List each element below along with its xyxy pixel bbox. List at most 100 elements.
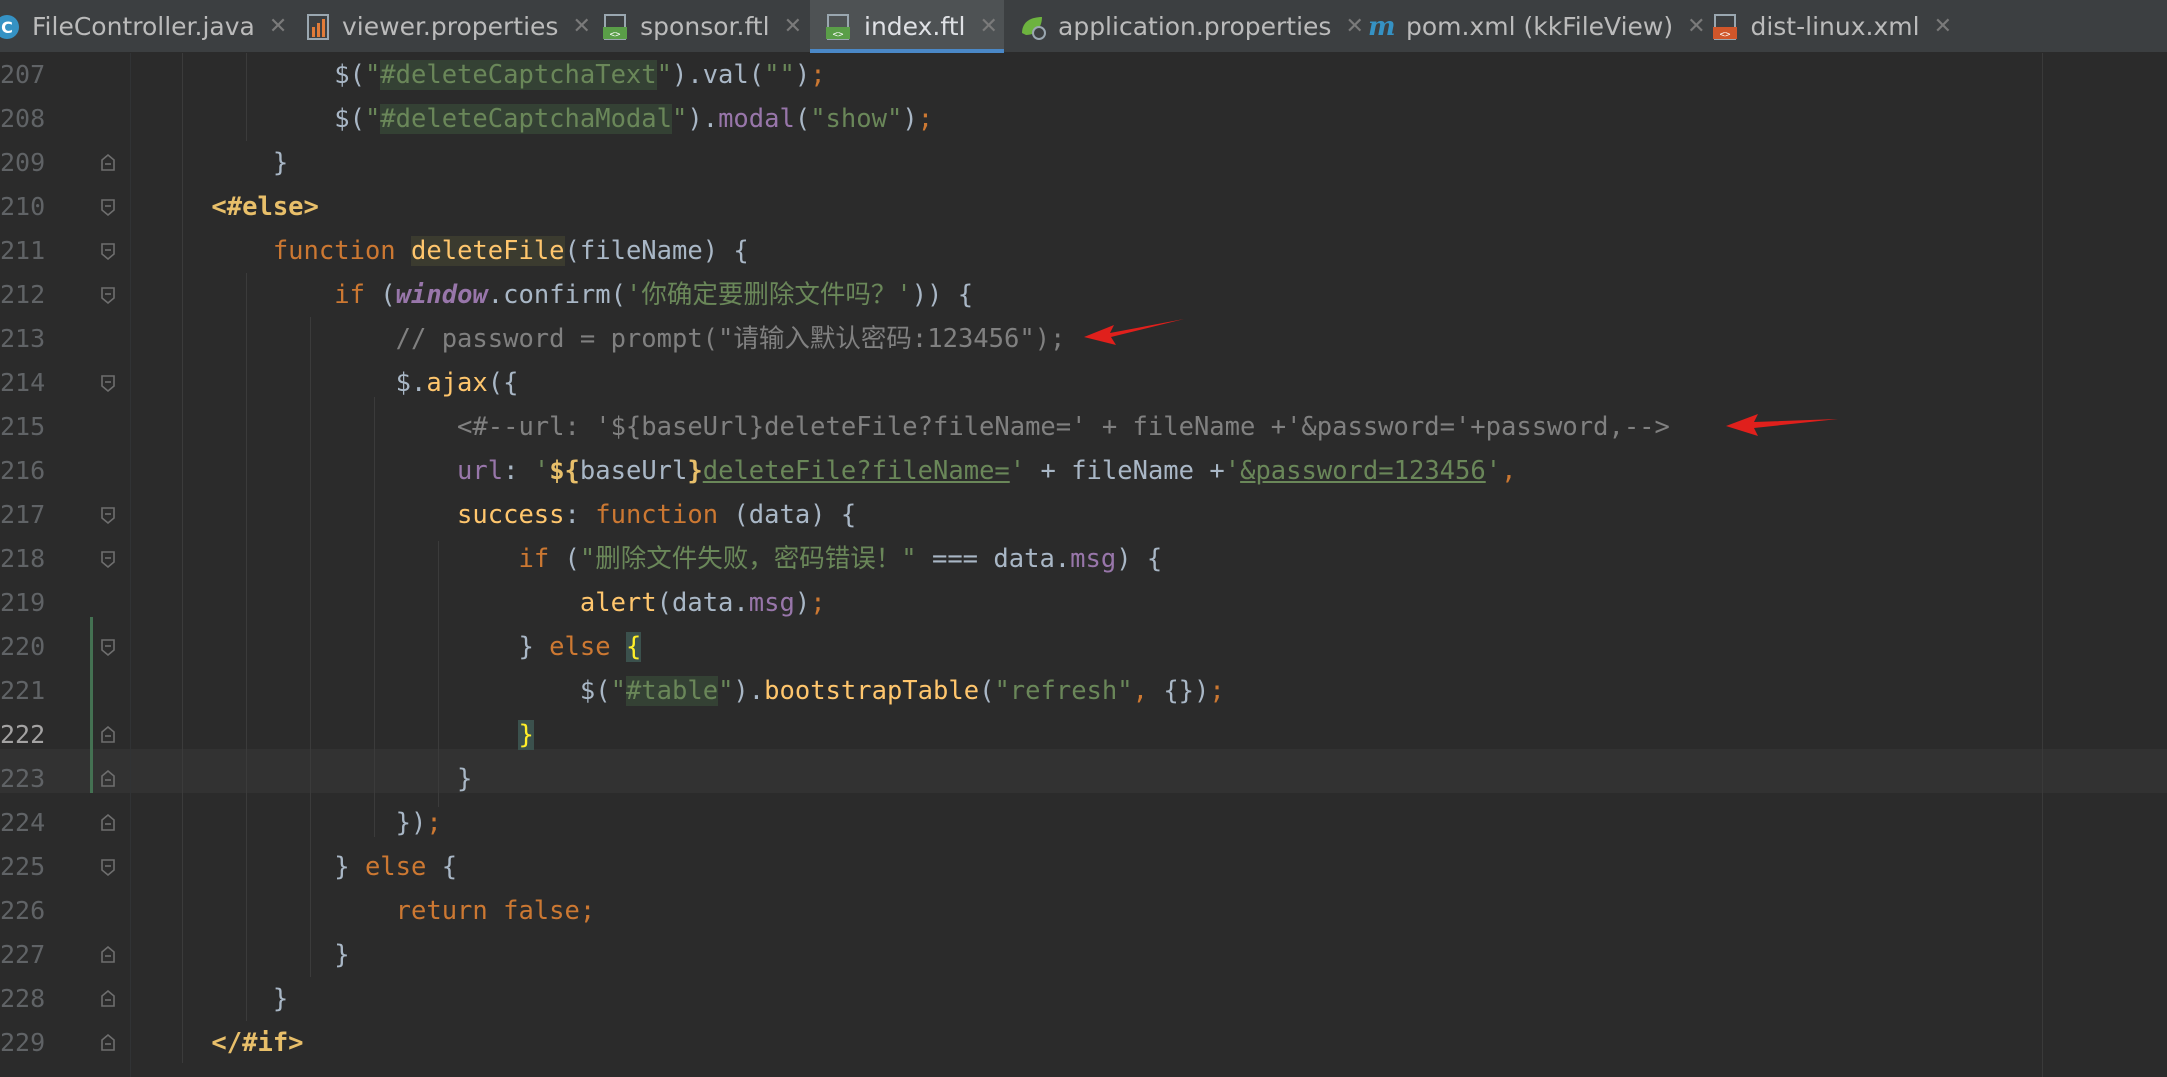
code-line[interactable]: 218 if ("删除文件失败，密码错误！" === data.msg) { [0, 537, 2167, 581]
code-comment: // password = prompt("请输入默认密码:123456"); [150, 324, 1066, 354]
line-number: 220 [0, 632, 46, 661]
red-arrow-annotation-icon [1726, 414, 1838, 436]
fold-icon[interactable] [100, 506, 116, 524]
tab-label: sponsor.ftl [640, 12, 770, 41]
fold-icon[interactable] [100, 374, 116, 392]
line-number: 223 [0, 764, 46, 793]
tab-filecontroller-java[interactable]: C FileController.java ✕ [0, 0, 290, 53]
fold-end-icon[interactable] [100, 770, 116, 788]
close-icon[interactable]: ✕ [1687, 14, 1705, 39]
code-line[interactable]: 225 } else { [0, 845, 2167, 889]
code-line[interactable]: 211 function deleteFile(fileName) { [0, 229, 2167, 273]
fold-icon[interactable] [100, 550, 116, 568]
code-line[interactable]: 216 url: '${baseUrl}deleteFile?fileName=… [0, 449, 2167, 493]
fold-end-icon[interactable] [100, 726, 116, 744]
line-number: 210 [0, 192, 46, 221]
line-number: 216 [0, 456, 46, 485]
line-number: 209 [0, 148, 46, 177]
tab-pom-xml[interactable]: m pom.xml (kkFileView) ✕ [1366, 0, 1706, 53]
close-icon[interactable]: ✕ [979, 14, 997, 39]
code-text: }); [150, 808, 442, 838]
code-text: <#else> [211, 192, 319, 222]
code-line[interactable]: 220 } else { [0, 625, 2167, 669]
fold-icon[interactable] [100, 242, 116, 260]
xml-file-icon: <> [1712, 12, 1740, 42]
fold-icon[interactable] [100, 286, 116, 304]
code-line[interactable]: 228 } [0, 977, 2167, 1021]
java-class-icon: C [0, 12, 22, 42]
code-text: if (window.confirm('你确定要删除文件吗？')) { [334, 280, 974, 310]
code-text: $("#deleteCaptchaText").val(""); [150, 60, 826, 90]
fold-icon[interactable] [100, 858, 116, 876]
line-number: 226 [0, 896, 46, 925]
line-number: 218 [0, 544, 46, 573]
maven-icon: m [1366, 12, 1396, 42]
fold-end-icon[interactable] [100, 1034, 116, 1052]
tab-dist-linux-xml[interactable]: <> dist-linux.xml ✕ [1712, 0, 1952, 53]
code-text: } [150, 148, 289, 178]
line-number: 211 [0, 236, 46, 265]
code-line[interactable]: 221 $("#table").bootstrapTable("refresh"… [0, 669, 2167, 713]
close-icon[interactable]: ✕ [1934, 14, 1952, 39]
code-line[interactable]: 214 $.ajax({ [0, 361, 2167, 405]
editor-tab-bar: C FileController.java ✕ viewer.propertie… [0, 0, 2167, 53]
code-text: alert(data.msg); [579, 588, 826, 618]
close-icon[interactable]: ✕ [784, 14, 802, 39]
code-editor[interactable]: 207 $("#deleteCaptchaText").val(""); 208… [0, 53, 2167, 1077]
tab-label: FileController.java [32, 12, 255, 41]
code-text: url: '${baseUrl}deleteFile?fileName=' + … [457, 456, 1517, 486]
code-text: } [150, 984, 289, 1014]
tab-viewer-properties[interactable]: viewer.properties ✕ [306, 0, 591, 53]
code-line[interactable]: 219 alert(data.msg); [0, 581, 2167, 625]
line-number: 212 [0, 280, 46, 309]
code-line[interactable]: 209 } [0, 141, 2167, 185]
code-line[interactable]: 226 return false; [0, 889, 2167, 933]
code-line[interactable]: 207 $("#deleteCaptchaText").val(""); [0, 53, 2167, 97]
close-icon[interactable]: ✕ [1345, 14, 1363, 39]
code-line[interactable]: 217 success: function (data) { [0, 493, 2167, 537]
code-text: } [150, 764, 473, 794]
fold-icon[interactable] [100, 198, 116, 216]
code-text: } else { [150, 632, 642, 662]
svg-text:C: C [1, 18, 13, 37]
code-line[interactable]: 224 }); [0, 801, 2167, 845]
code-line[interactable]: 229 </#if> [0, 1021, 2167, 1065]
code-comment: <#--url: '${baseUrl}deleteFile?fileName=… [150, 412, 1670, 442]
code-text: } [518, 720, 534, 750]
fold-end-icon[interactable] [100, 154, 116, 172]
code-line-current[interactable]: 222 } [0, 713, 2167, 757]
tab-application-properties[interactable]: application.properties ✕ [1018, 0, 1364, 53]
close-icon[interactable]: ✕ [269, 14, 287, 39]
code-line[interactable]: 210 <#else> [0, 185, 2167, 229]
freemarker-file-icon: <> [602, 12, 630, 42]
line-number: 213 [0, 324, 46, 353]
line-number: 227 [0, 940, 46, 969]
code-line[interactable]: 227 } [0, 933, 2167, 977]
tab-label: pom.xml (kkFileView) [1406, 12, 1674, 41]
line-number: 215 [0, 412, 46, 441]
line-number: 225 [0, 852, 46, 881]
line-number: 214 [0, 368, 46, 397]
line-number: 208 [0, 104, 46, 133]
tab-label: application.properties [1058, 12, 1332, 41]
line-number: 222 [0, 720, 46, 749]
line-number: 207 [0, 60, 46, 89]
code-text: return false; [395, 896, 596, 926]
spring-properties-icon [1018, 12, 1048, 42]
fold-end-icon[interactable] [100, 814, 116, 832]
tab-sponsor-ftl[interactable]: <> sponsor.ftl ✕ [602, 0, 802, 53]
code-line[interactable]: 212 if (window.confirm('你确定要删除文件吗？')) { [0, 273, 2167, 317]
tab-index-ftl[interactable]: <> index.ftl ✕ [810, 0, 1004, 53]
freemarker-file-icon: <> [824, 12, 854, 42]
close-icon[interactable]: ✕ [572, 14, 590, 39]
svg-text:<>: <> [1720, 30, 1731, 40]
fold-end-icon[interactable] [100, 946, 116, 964]
code-text: $.ajax({ [150, 368, 519, 398]
fold-icon[interactable] [100, 638, 116, 656]
line-number: 221 [0, 676, 46, 705]
code-line[interactable]: 223 } [0, 757, 2167, 801]
tab-label: dist-linux.xml [1750, 12, 1920, 41]
fold-end-icon[interactable] [100, 990, 116, 1008]
code-line[interactable]: 208 $("#deleteCaptchaModal").modal("show… [0, 97, 2167, 141]
line-number: 228 [0, 984, 46, 1013]
